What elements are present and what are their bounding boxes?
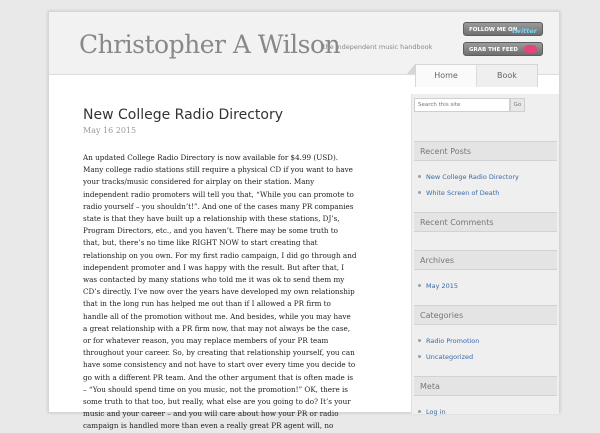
site-title[interactable]: Christopher A Wilson [79,30,341,59]
post-line: go with a different PR team. And the oth… [83,372,354,382]
meta-label: Log in [426,408,446,416]
post-body: An updated College Radio Directory is no… [83,152,368,433]
archive-label: May 2015 [426,282,459,290]
nav-tab-book[interactable]: Book [477,65,537,87]
recent-post-label: White Screen of Death [426,189,500,197]
sidebar: Go Recent Posts New College Radio Direct… [411,94,559,416]
post-line: music and your career – and you will car… [83,409,339,419]
recent-posts-heading: Recent Posts [414,141,557,161]
archive-link[interactable]: May 2015 [418,282,458,290]
post-line: that, but, there’s no time like RIGHT NO… [83,238,318,248]
search-go-button[interactable]: Go [510,98,525,112]
bullet-icon [418,354,421,358]
bullet-icon [418,283,421,287]
nav-tab-home[interactable]: Home [416,65,477,87]
post-line: was contacted by many stations who told … [83,275,345,285]
bullet-icon [418,174,421,178]
main-nav: Home Book [415,64,538,87]
post-line: some truth to that too, but really, what… [83,397,351,407]
post-line: throughout your career. So, by creating … [83,348,355,358]
category-link[interactable]: Radio Promotion [418,337,479,345]
bullet-icon [418,190,421,194]
post-date: May 16 2015 [83,126,137,135]
category-label: Radio Promotion [426,337,480,345]
follow-twitter-button[interactable]: FOLLOW ME ON twitter [463,22,543,36]
recent-comments-heading: Recent Comments [414,212,557,232]
post-content: New College Radio Directory May 16 2015 … [83,107,368,433]
recent-post-label: New College Radio Directory [426,173,519,181]
follow-label: FOLLOW ME ON [469,27,518,33]
post-line: Many college radio stations still requir… [83,165,353,175]
nav-fold-decoration [407,64,415,74]
post-title[interactable]: New College Radio Directory [83,107,368,123]
post-line: radio yourself – you shouldn’t!”. And on… [83,201,354,211]
post-line: that in the long run has helped me out t… [83,299,331,309]
archives-heading: Archives [414,250,557,270]
post-line: handle all of the promotion without me. … [83,311,351,321]
bullet-icon [418,338,421,342]
category-label: Uncategorized [426,353,474,361]
page-container: Christopher A Wilson the independent mus… [48,11,560,430]
post-line: An updated College Radio Directory is no… [83,153,339,162]
post-line: have some consistency and not have to st… [83,360,356,370]
category-link[interactable]: Uncategorized [418,353,473,361]
search-input[interactable] [414,98,510,112]
post-line: CD’s directly. I’ve now over the years h… [83,287,355,297]
post-line: state is that they have built up a relat… [83,214,340,224]
meta-link[interactable]: Log in [418,408,446,416]
recent-post-link[interactable]: New College Radio Directory [418,173,519,181]
twitter-icon: twitter [511,27,537,35]
feed-label: GRAB THE FEED [469,47,518,53]
categories-heading: Categories [414,305,557,325]
post-line: Program Directors, etc., and you haven’t… [83,226,339,236]
recent-post-link[interactable]: White Screen of Death [418,189,499,197]
post-line: independent radio promoters will tell yo… [83,189,354,199]
bullet-icon [418,409,421,413]
post-line: relationship on you own. For my first ra… [83,250,357,260]
post-line: independent promoter and I was happy wit… [83,262,345,272]
post-line: or for whatever reason, you may replace … [83,336,329,346]
post-line: your tracks/music considered for airplay… [83,177,315,187]
meta-heading: Meta [414,376,557,396]
site-tagline: the independent music handbook [323,43,433,51]
rss-icon [524,45,537,53]
grab-feed-button[interactable]: GRAB THE FEED [463,42,543,56]
post-line: campaign is handled more than even a rea… [83,421,334,431]
post-line: – “You should spend time on you music, n… [83,384,348,394]
post-line: a great relationship with a PR firm now,… [83,323,351,333]
